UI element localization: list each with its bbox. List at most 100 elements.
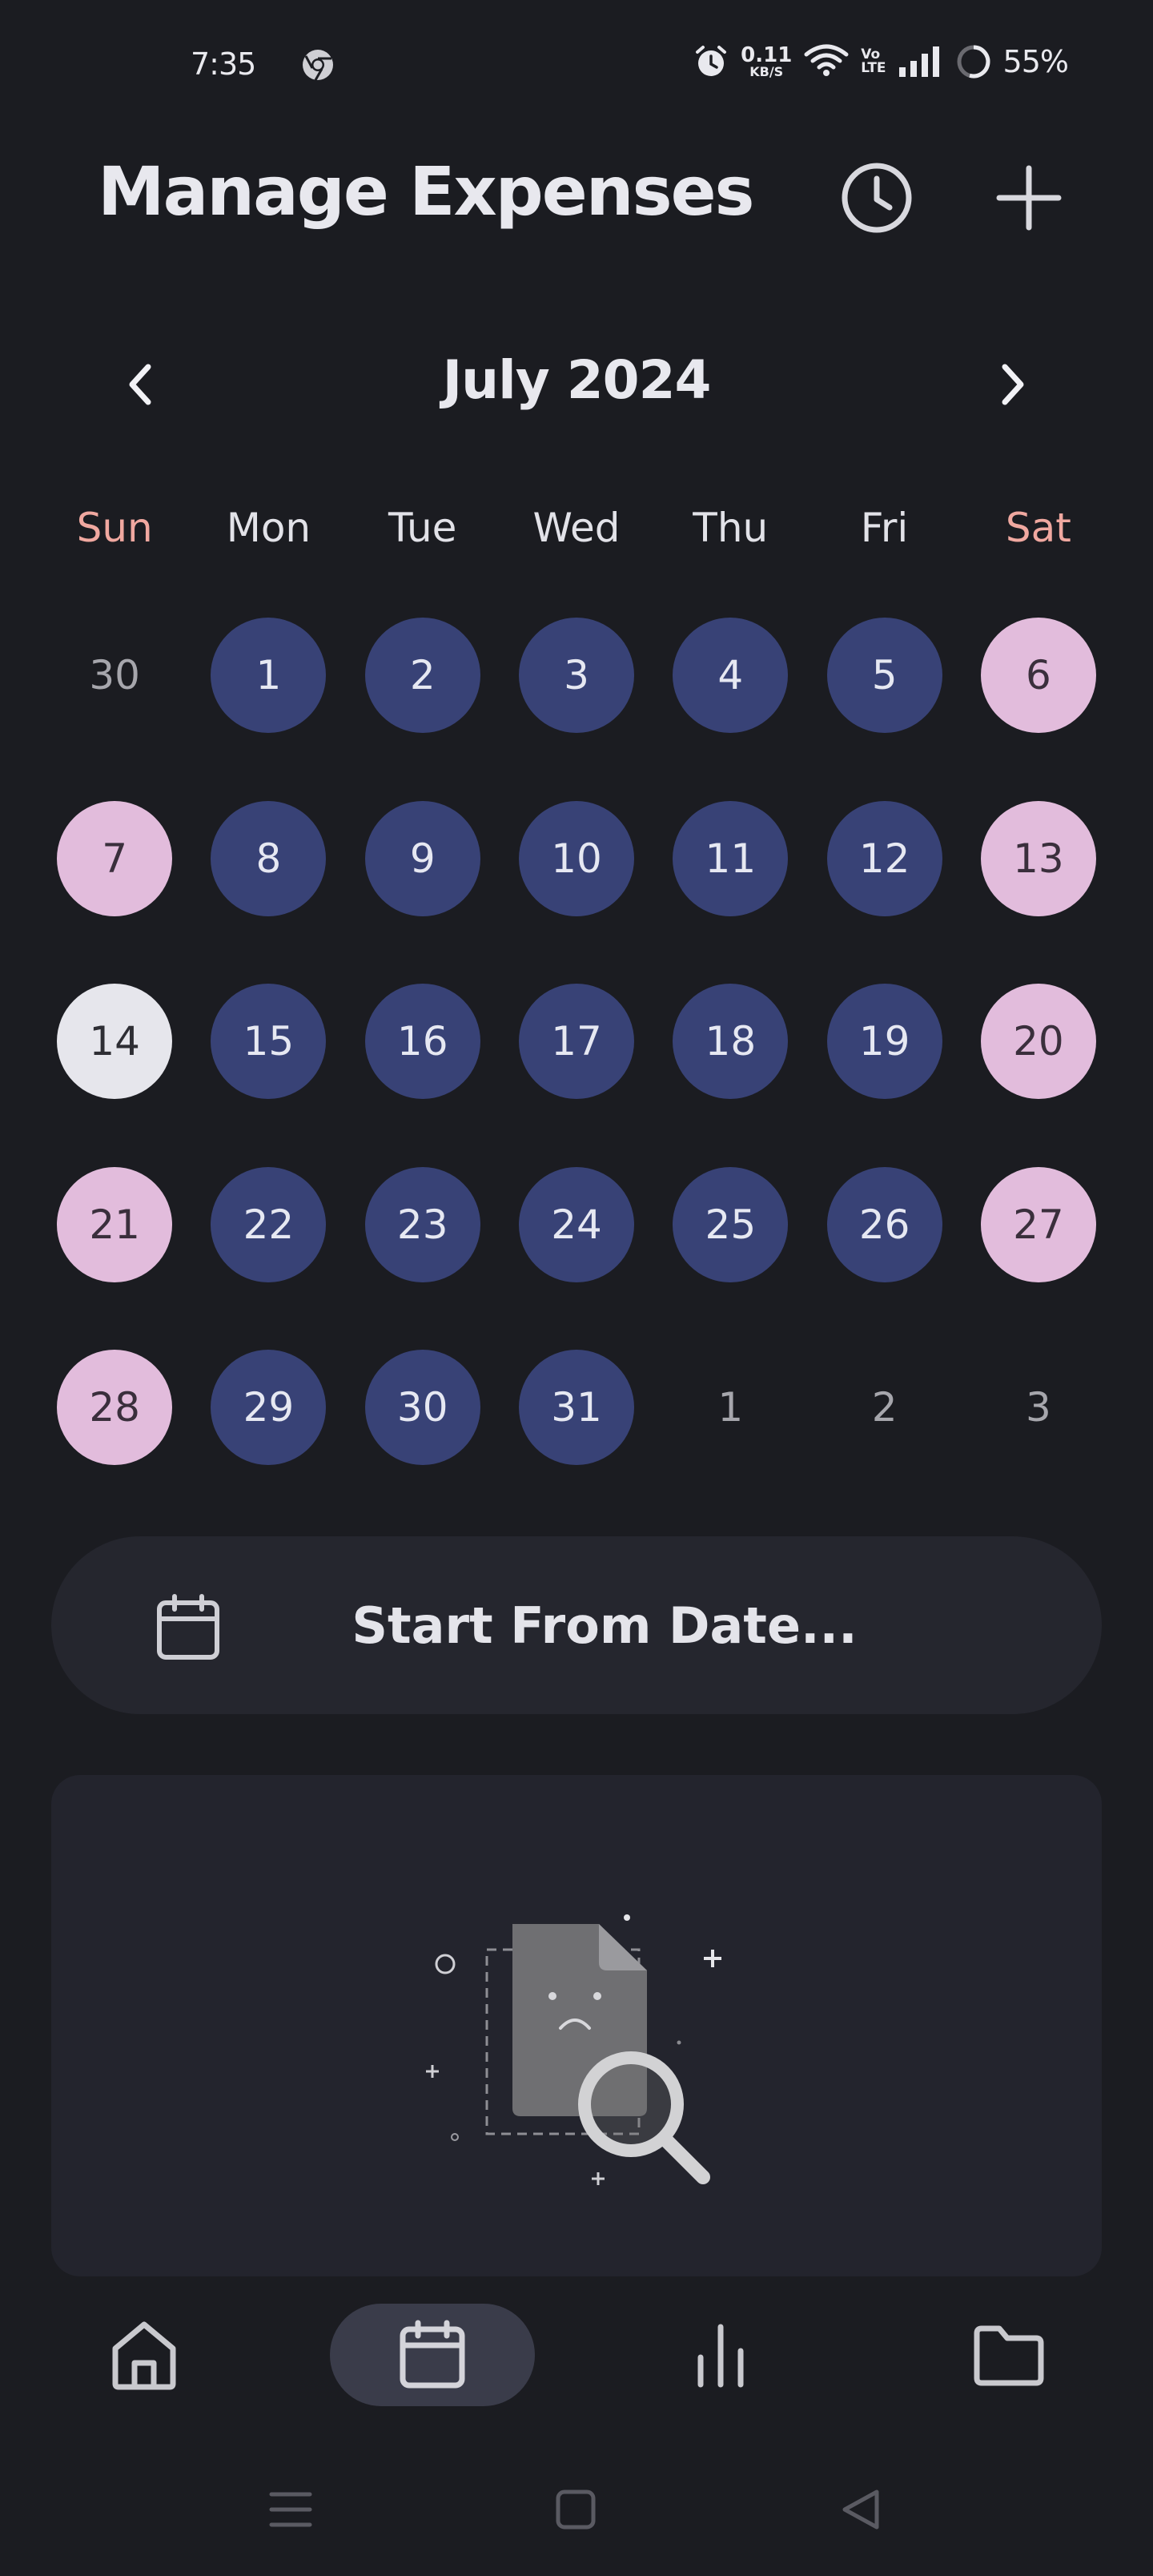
calendar-day[interactable]: 23 (364, 1166, 480, 1282)
calendar-day[interactable]: 17 (519, 984, 635, 1100)
calendar-day[interactable]: 10 (519, 800, 635, 916)
nav-folder[interactable] (906, 2304, 1111, 2406)
calendar-day-cell: 25 (653, 1166, 807, 1350)
calendar-day-today[interactable]: 14 (57, 984, 173, 1100)
calendar-day[interactable]: 30 (57, 618, 172, 733)
calendar-day-cell: 7 (38, 800, 191, 984)
month-label: July 2024 (442, 349, 712, 411)
calendar-day-cell: 3 (500, 618, 653, 801)
calendar-day[interactable]: 20 (980, 984, 1096, 1100)
status-time: 7:35 (191, 46, 256, 82)
network-speed: 0.11 KB/S (741, 45, 792, 78)
calendar-icon (400, 2320, 465, 2389)
calendar-day[interactable]: 2 (364, 618, 480, 733)
calendar-day-cell: 4 (653, 618, 807, 801)
volte-bottom: LTE (861, 60, 886, 76)
calendar-day-cell: 3 (962, 1350, 1115, 1533)
calendar-day-cell: 22 (191, 1166, 345, 1350)
weekday-header: Sun Mon Tue Wed Thu Fri Sat (38, 505, 1115, 569)
calendar-day[interactable]: 3 (981, 1350, 1096, 1465)
calendar-day[interactable]: 3 (519, 618, 635, 733)
calendar-day-cell: 12 (807, 800, 961, 984)
calendar-day[interactable]: 18 (673, 984, 789, 1100)
battery-icon (957, 45, 990, 78)
calendar-day-cell: 27 (962, 1166, 1115, 1350)
calendar-day[interactable]: 28 (57, 1350, 173, 1466)
bar-chart-icon (697, 2324, 744, 2388)
calendar-day[interactable]: 30 (364, 1350, 480, 1466)
calendar-day-cell: 17 (500, 984, 653, 1167)
calendar-day[interactable]: 11 (673, 800, 789, 916)
calendar-day[interactable]: 31 (519, 1350, 635, 1466)
screen: 7:35 0.11 KB/S Vo LTE 55% Manage Expense… (0, 0, 1153, 2576)
page-title: Manage Expenses (98, 152, 755, 231)
home-system-button[interactable] (548, 2481, 604, 2538)
history-button[interactable] (833, 154, 921, 242)
calendar-day[interactable]: 2 (827, 1350, 942, 1465)
alarm-icon (696, 46, 727, 76)
calendar-day[interactable]: 9 (364, 800, 480, 916)
no-results-illustration (426, 1914, 721, 2185)
calendar-day-cell: 8 (191, 800, 345, 984)
weekday-label: Mon (226, 505, 311, 551)
calendar-day-cell: 11 (653, 800, 807, 984)
calendar-day[interactable]: 25 (673, 1166, 789, 1282)
home-icon (112, 2321, 176, 2390)
volte-indicator: Vo LTE (861, 48, 886, 75)
start-from-date-button[interactable]: Start From Date... (51, 1536, 1102, 1714)
back-button[interactable] (833, 2481, 889, 2538)
calendar-day-cell: 2 (346, 618, 500, 801)
weekday-label: Wed (532, 505, 621, 551)
calendar-day[interactable]: 13 (980, 800, 1096, 916)
calendar-day-cell: 29 (191, 1350, 345, 1533)
calendar-day[interactable]: 24 (519, 1166, 635, 1282)
calendar-day[interactable]: 1 (211, 618, 327, 733)
calendar-day[interactable]: 1 (673, 1350, 788, 1465)
weekday-label: Sun (76, 505, 153, 551)
menu-icon (269, 2492, 312, 2527)
calendar-day-cell: 13 (962, 800, 1115, 984)
status-bar: 7:35 0.11 KB/S Vo LTE 55% (0, 32, 1153, 99)
calendar-day[interactable]: 5 (826, 618, 942, 733)
weekday-label: Thu (693, 505, 769, 551)
folder-icon (974, 2325, 1044, 2386)
calendar-day[interactable]: 6 (980, 618, 1096, 733)
calendar-day[interactable]: 12 (826, 800, 942, 916)
calendar-day-cell: 23 (346, 1166, 500, 1350)
nav-home[interactable] (42, 2304, 247, 2406)
calendar-day[interactable]: 27 (980, 1166, 1096, 1282)
calendar-day-cell: 30 (38, 618, 191, 801)
calendar-day[interactable]: 21 (57, 1166, 173, 1282)
network-speed-unit: KB/S (749, 64, 784, 79)
calendar-day[interactable]: 29 (211, 1350, 327, 1466)
calendar-day-cell: 30 (346, 1350, 500, 1533)
add-button[interactable] (985, 154, 1073, 242)
calendar-day[interactable]: 22 (211, 1166, 327, 1282)
calendar-day[interactable]: 15 (211, 984, 327, 1100)
nav-calendar[interactable] (330, 2304, 535, 2406)
previous-month-button[interactable] (112, 352, 168, 417)
calendar-day[interactable]: 26 (826, 1166, 942, 1282)
calendar-day-cell: 21 (38, 1166, 191, 1350)
calendar-day-cell: 15 (191, 984, 345, 1167)
calendar-day-cell: 14 (38, 984, 191, 1167)
calendar-day[interactable]: 8 (211, 800, 327, 916)
battery-percentage: 55% (1002, 44, 1069, 79)
nav-statistics[interactable] (618, 2304, 823, 2406)
calendar-day-cell: 1 (653, 1350, 807, 1533)
chrome-icon (303, 50, 333, 81)
calendar-day-cell: 2 (807, 1350, 961, 1533)
network-speed-value: 0.11 (741, 43, 793, 67)
recent-apps-button[interactable] (263, 2481, 319, 2538)
calendar-day[interactable]: 19 (826, 984, 942, 1100)
calendar-day[interactable]: 4 (673, 618, 789, 733)
bottom-navigation (0, 2304, 1153, 2432)
calendar-day-cell: 9 (346, 800, 500, 984)
chevron-right-icon (1002, 364, 1024, 405)
next-month-button[interactable] (985, 352, 1041, 417)
calendar-day[interactable]: 16 (364, 984, 480, 1100)
calendar-day-cell: 19 (807, 984, 961, 1167)
chevron-left-icon (129, 364, 151, 405)
calendar-day[interactable]: 7 (57, 800, 173, 916)
calendar-icon (157, 1594, 219, 1660)
